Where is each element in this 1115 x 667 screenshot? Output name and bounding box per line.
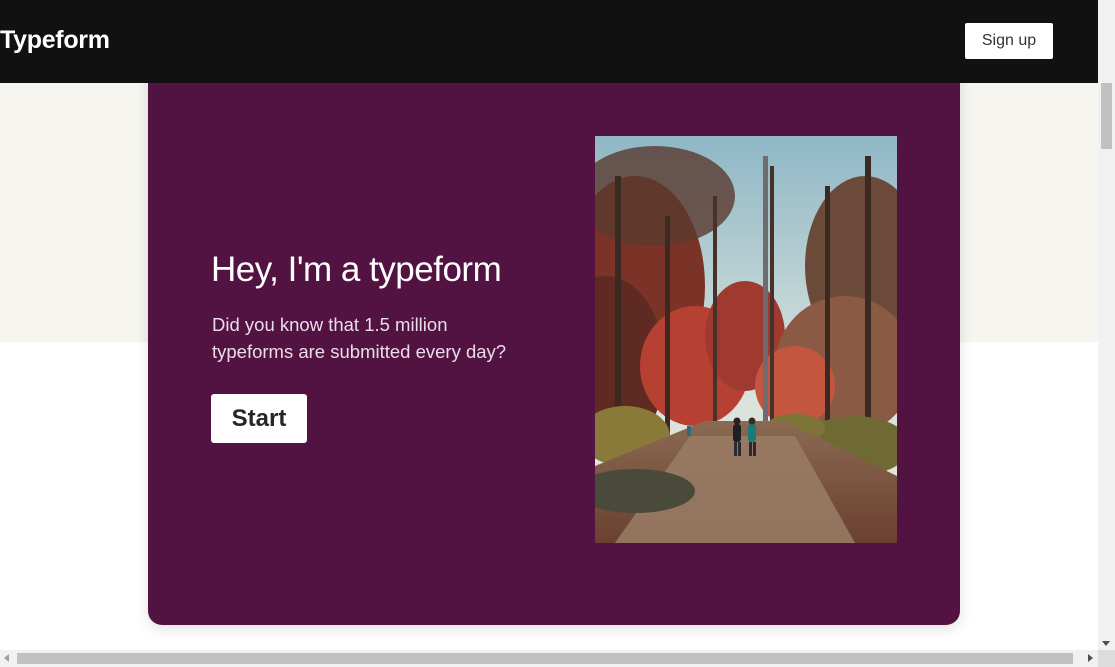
welcome-headline: Hey, I'm a typeform bbox=[211, 250, 502, 289]
start-button[interactable]: Start bbox=[211, 394, 307, 443]
horizontal-scrollbar[interactable] bbox=[0, 650, 1098, 667]
autumn-park-photo bbox=[595, 136, 897, 543]
vertical-scrollbar[interactable] bbox=[1098, 0, 1115, 650]
browser-viewport: Typeform Sign up Hey, I'm a typeform Did… bbox=[0, 0, 1115, 667]
horizontal-scroll-thumb[interactable] bbox=[17, 653, 1073, 664]
scroll-left-arrow-icon[interactable] bbox=[4, 654, 9, 662]
typeform-welcome-card: Hey, I'm a typeform Did you know that 1.… bbox=[148, 70, 960, 625]
scroll-down-arrow-icon[interactable] bbox=[1102, 641, 1110, 646]
top-navigation-bar: Typeform Sign up bbox=[0, 0, 1098, 83]
vertical-scroll-thumb[interactable] bbox=[1101, 83, 1112, 149]
scroll-right-arrow-icon[interactable] bbox=[1088, 654, 1093, 662]
welcome-subtext: Did you know that 1.5 million typeforms … bbox=[212, 314, 507, 362]
sign-up-button[interactable]: Sign up bbox=[965, 23, 1053, 59]
autumn-park-illustration bbox=[595, 136, 897, 543]
scrollbar-corner bbox=[1098, 650, 1115, 667]
typeform-logo[interactable]: Typeform bbox=[0, 26, 110, 54]
